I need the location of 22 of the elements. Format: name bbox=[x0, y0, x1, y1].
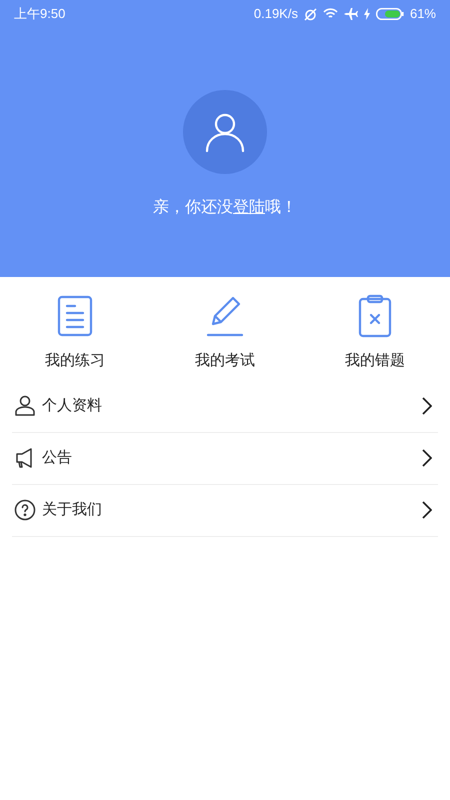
shortcut-item[interactable]: 我的考试 bbox=[150, 294, 300, 372]
document-icon bbox=[55, 294, 95, 338]
menu-item[interactable]: 关于我们 bbox=[12, 484, 438, 536]
battery-icon bbox=[376, 8, 404, 20]
shortcut-item[interactable]: 我的错题 bbox=[300, 294, 450, 372]
wifi-icon bbox=[322, 8, 338, 20]
menu-item[interactable]: 个人资料 bbox=[12, 380, 438, 432]
chevron-right-icon bbox=[422, 397, 432, 415]
login-prompt: 亲，你还没登陆哦！ bbox=[153, 198, 297, 218]
help-icon bbox=[14, 499, 36, 521]
user-icon bbox=[14, 395, 36, 417]
airplane-icon bbox=[344, 8, 358, 20]
charging-icon bbox=[364, 8, 370, 20]
menu-item[interactable]: 公告 bbox=[12, 432, 438, 484]
chevron-right-icon bbox=[422, 449, 432, 467]
pencil-icon bbox=[205, 294, 245, 338]
battery-percent: 61% bbox=[410, 5, 436, 24]
network-speed: 0.19K/s bbox=[254, 5, 298, 24]
status-time: 上午9:50 bbox=[14, 5, 66, 24]
shortcut-item[interactable]: 我的练习 bbox=[0, 294, 150, 372]
person-icon bbox=[204, 111, 246, 153]
chevron-right-icon bbox=[422, 501, 432, 519]
